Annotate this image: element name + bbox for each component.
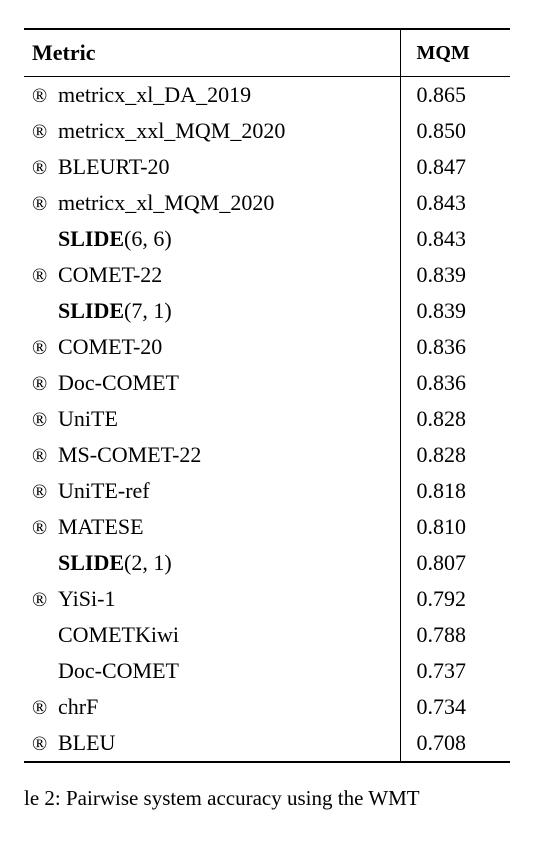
table-row: ®BLEURT-200.847 <box>24 149 510 185</box>
metric-params: (2, 1) <box>124 550 172 575</box>
table-row: SLIDE(6, 6)0.843 <box>24 221 510 257</box>
registered-icon: ® <box>32 517 58 540</box>
metric-cell: ®MS-COMET-22 <box>24 437 400 473</box>
table-row: ®UniTE0.828 <box>24 401 510 437</box>
metric-cell: Doc-COMET <box>24 653 400 689</box>
mqm-value: 0.865 <box>400 77 510 114</box>
mqm-value: 0.850 <box>400 113 510 149</box>
registered-icon: ® <box>32 121 58 144</box>
metric-name: UniTE-ref <box>58 478 150 503</box>
metric-name-bold: SLIDE <box>58 226 124 251</box>
mqm-value: 0.818 <box>400 473 510 509</box>
metric-cell: ®BLEU <box>24 725 400 762</box>
mqm-value: 0.810 <box>400 509 510 545</box>
mqm-value: 0.843 <box>400 221 510 257</box>
metric-name: metricx_xl_DA_2019 <box>58 82 251 107</box>
metric-cell: ®COMET-20 <box>24 329 400 365</box>
registered-icon: ® <box>32 481 58 504</box>
metric-params: (7, 1) <box>124 298 172 323</box>
table-row: ®UniTE-ref0.818 <box>24 473 510 509</box>
metric-cell: ®Doc-COMET <box>24 365 400 401</box>
mqm-value: 0.839 <box>400 293 510 329</box>
mqm-value: 0.843 <box>400 185 510 221</box>
metric-cell: ®chrF <box>24 689 400 725</box>
metric-cell: ®UniTE <box>24 401 400 437</box>
metric-name: BLEURT-20 <box>58 154 170 179</box>
metric-name-bold: SLIDE <box>58 298 124 323</box>
table-row: COMETKiwi 0.788 <box>24 617 510 653</box>
header-metric: Metric <box>24 29 400 77</box>
table-header-row: Metric MQM <box>24 29 510 77</box>
metric-cell: ®metricx_xl_DA_2019 <box>24 77 400 114</box>
registered-icon: ® <box>32 409 58 432</box>
registered-icon: ® <box>32 157 58 180</box>
registered-icon: ® <box>32 445 58 468</box>
metric-name: YiSi-1 <box>58 586 115 611</box>
metric-name: COMETKiwi <box>58 622 179 647</box>
metric-cell: ®YiSi-1 <box>24 581 400 617</box>
mqm-value: 0.839 <box>400 257 510 293</box>
table-row: SLIDE(7, 1)0.839 <box>24 293 510 329</box>
table-row: ®metricx_xl_DA_20190.865 <box>24 77 510 114</box>
mqm-value: 0.788 <box>400 617 510 653</box>
metric-name: metricx_xxl_MQM_2020 <box>58 118 285 143</box>
metric-cell: ®MATESE <box>24 509 400 545</box>
metric-name: MATESE <box>58 514 144 539</box>
metric-name-bold: SLIDE <box>58 550 124 575</box>
mqm-value: 0.847 <box>400 149 510 185</box>
metric-cell: SLIDE(2, 1) <box>24 545 400 581</box>
table-row: SLIDE(2, 1)0.807 <box>24 545 510 581</box>
registered-icon: ® <box>32 265 58 288</box>
metric-name: Doc-COMET <box>58 658 179 683</box>
table-row: ®BLEU0.708 <box>24 725 510 762</box>
table-row: ®Doc-COMET0.836 <box>24 365 510 401</box>
table-row: ®MS-COMET-220.828 <box>24 437 510 473</box>
mqm-value: 0.828 <box>400 437 510 473</box>
metric-cell: ®COMET-22 <box>24 257 400 293</box>
table-row: ®metricx_xl_MQM_20200.843 <box>24 185 510 221</box>
registered-icon: ® <box>32 373 58 396</box>
registered-icon: ® <box>32 697 58 720</box>
mqm-value: 0.737 <box>400 653 510 689</box>
registered-icon: ® <box>32 337 58 360</box>
registered-icon: ® <box>32 733 58 756</box>
table-row: ®YiSi-10.792 <box>24 581 510 617</box>
mqm-value: 0.708 <box>400 725 510 762</box>
metric-cell: ®metricx_xxl_MQM_2020 <box>24 113 400 149</box>
mqm-value: 0.828 <box>400 401 510 437</box>
mqm-value: 0.734 <box>400 689 510 725</box>
registered-icon: ® <box>32 85 58 108</box>
table-row: ®MATESE0.810 <box>24 509 510 545</box>
table-row: ®COMET-200.836 <box>24 329 510 365</box>
table-row: Doc-COMET 0.737 <box>24 653 510 689</box>
metric-cell: ®BLEURT-20 <box>24 149 400 185</box>
mqm-value: 0.792 <box>400 581 510 617</box>
metric-cell: SLIDE(7, 1) <box>24 293 400 329</box>
table-body: ®metricx_xl_DA_20190.865®metricx_xxl_MQM… <box>24 77 510 763</box>
metric-name: chrF <box>58 694 98 719</box>
table-row: ®chrF0.734 <box>24 689 510 725</box>
table-row: ®metricx_xxl_MQM_20200.850 <box>24 113 510 149</box>
registered-icon: ® <box>32 589 58 612</box>
metric-name: MS-COMET-22 <box>58 442 201 467</box>
metric-params: (6, 6) <box>124 226 172 251</box>
table-row: ®COMET-220.839 <box>24 257 510 293</box>
metric-name: BLEU <box>58 730 115 755</box>
mqm-value: 0.807 <box>400 545 510 581</box>
metrics-table: Metric MQM ®metricx_xl_DA_20190.865®metr… <box>24 28 510 763</box>
metric-cell: ®metricx_xl_MQM_2020 <box>24 185 400 221</box>
metric-name: COMET-20 <box>58 334 162 359</box>
mqm-value: 0.836 <box>400 329 510 365</box>
metric-cell: SLIDE(6, 6) <box>24 221 400 257</box>
metric-name: Doc-COMET <box>58 370 179 395</box>
header-mqm: MQM <box>400 29 510 77</box>
mqm-value: 0.836 <box>400 365 510 401</box>
metric-name: UniTE <box>58 406 118 431</box>
metric-cell: COMETKiwi <box>24 617 400 653</box>
metric-name: COMET-22 <box>58 262 162 287</box>
metric-name: metricx_xl_MQM_2020 <box>58 190 274 215</box>
registered-icon: ® <box>32 193 58 216</box>
metric-cell: ®UniTE-ref <box>24 473 400 509</box>
table-caption: le 2: Pairwise system accuracy using the… <box>24 763 510 813</box>
